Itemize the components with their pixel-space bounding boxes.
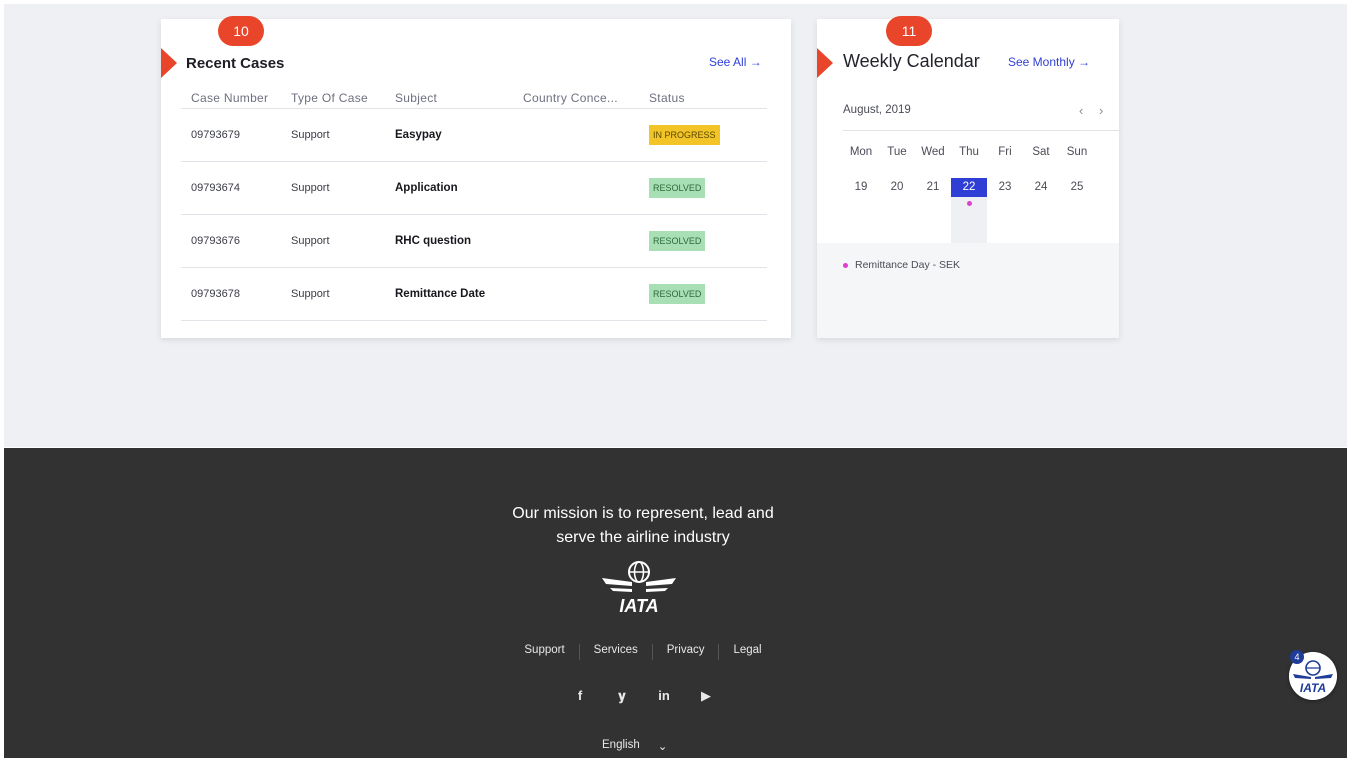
- case-subject[interactable]: Easypay: [395, 129, 523, 141]
- status-badge: RESOLVED: [649, 284, 706, 304]
- language-selector[interactable]: English ⌄: [602, 739, 667, 753]
- footer-link-legal[interactable]: Legal: [719, 644, 775, 660]
- table-row[interactable]: 09793674 Support Application RESOLVED: [181, 162, 767, 215]
- recent-cases-card: 10 Recent Cases See All → Case Number Ty…: [161, 16, 791, 338]
- calendar-day[interactable]: 21: [915, 178, 951, 197]
- column-header-status[interactable]: Status: [649, 91, 767, 108]
- youtube-icon[interactable]: ▶: [697, 688, 715, 704]
- facebook-icon[interactable]: f: [571, 688, 589, 704]
- calendar-day[interactable]: 20: [879, 178, 915, 197]
- case-number: 09793674: [191, 182, 240, 194]
- mission-line-2: serve the airline industry: [556, 529, 730, 546]
- weekday-row: Mon Tue Wed Thu Fri Sat Sun: [843, 146, 1095, 158]
- see-monthly-link[interactable]: See Monthly →: [1008, 55, 1090, 69]
- step-marker: 10: [218, 16, 264, 46]
- footer-link-support[interactable]: Support: [510, 644, 578, 660]
- cases-table: Case Number Type Of Case Subject Country…: [181, 91, 767, 321]
- events-list: Remittance Day - SEK: [817, 243, 1119, 338]
- weekday-label: Fri: [998, 146, 1012, 158]
- case-subject[interactable]: Application: [395, 182, 523, 194]
- case-status-cell: RESOLVED: [649, 284, 767, 304]
- weekday-label: Mon: [849, 146, 873, 158]
- footer-links: Support Services Privacy Legal: [4, 644, 1282, 660]
- column-header-case-number[interactable]: Case Number: [181, 91, 291, 108]
- case-subject[interactable]: Remittance Date: [395, 288, 523, 300]
- iata-logo-text: IATA: [619, 596, 658, 616]
- case-status-cell: IN PROGRESS: [649, 125, 767, 145]
- case-type: Support: [291, 182, 330, 194]
- calendar-month-label: August, 2019: [843, 104, 911, 116]
- case-type: Support: [291, 129, 330, 141]
- weekday-label: Sun: [1066, 146, 1088, 158]
- case-number: 09793679: [191, 129, 240, 141]
- table-row[interactable]: 09793679 Support Easypay IN PROGRESS: [181, 109, 767, 162]
- case-type: Support: [291, 288, 330, 300]
- case-status-cell: RESOLVED: [649, 178, 767, 198]
- linkedin-icon[interactable]: in: [655, 688, 673, 704]
- table-header: Case Number Type Of Case Subject Country…: [181, 91, 767, 109]
- case-subject[interactable]: RHC question: [395, 235, 523, 247]
- table-row[interactable]: 09793676 Support RHC question RESOLVED: [181, 215, 767, 268]
- chat-logo-text: IATA: [1300, 681, 1326, 695]
- weekday-label: Wed: [921, 146, 945, 158]
- table-row[interactable]: 09793678 Support Remittance Date RESOLVE…: [181, 268, 767, 321]
- calendar-day[interactable]: 24: [1023, 178, 1059, 197]
- weekday-label: Thu: [959, 146, 979, 158]
- day-row: 19 20 21 22 23 24 25: [843, 178, 1095, 197]
- column-header-subject[interactable]: Subject: [395, 91, 523, 108]
- notification-badge: 4: [1290, 650, 1304, 664]
- event-indicator-dot: [967, 201, 972, 206]
- event-item[interactable]: Remittance Day - SEK: [843, 259, 960, 271]
- calendar-day[interactable]: 19: [843, 178, 879, 197]
- status-badge: RESOLVED: [649, 178, 706, 198]
- twitter-icon[interactable]: 𝐲: [613, 688, 631, 704]
- column-header-country[interactable]: Country Conce...: [523, 91, 649, 108]
- status-badge: RESOLVED: [649, 231, 706, 251]
- section-flag-icon: [817, 48, 833, 78]
- social-links: f 𝐲 in ▶: [4, 688, 1282, 704]
- weekly-calendar-card: 11 Weekly Calendar See Monthly → August,…: [817, 16, 1121, 338]
- calendar-divider: [843, 130, 1121, 131]
- column-header-type[interactable]: Type Of Case: [291, 91, 395, 108]
- weekly-calendar-title: Weekly Calendar: [843, 51, 980, 71]
- case-type: Support: [291, 235, 330, 247]
- weekday-label: Tue: [887, 146, 907, 158]
- event-dot-icon: [843, 262, 848, 268]
- calendar-day[interactable]: 25: [1059, 178, 1095, 197]
- footer-link-privacy[interactable]: Privacy: [653, 644, 719, 660]
- chevron-left-icon[interactable]: ‹: [1079, 103, 1083, 118]
- mission-statement: Our mission is to represent, lead and se…: [4, 502, 1282, 550]
- case-status-cell: RESOLVED: [649, 231, 767, 251]
- mission-line-1: Our mission is to represent, lead and: [512, 505, 774, 522]
- footer: Our mission is to represent, lead and se…: [4, 448, 1347, 758]
- language-label: English: [602, 739, 640, 751]
- chevron-down-icon: ⌄: [657, 741, 668, 753]
- weekday-label: Sat: [1032, 146, 1050, 158]
- calendar-day[interactable]: 23: [987, 178, 1023, 197]
- footer-link-services[interactable]: Services: [580, 644, 652, 660]
- chevron-right-icon[interactable]: ›: [1099, 103, 1103, 118]
- case-number: 09793678: [191, 288, 240, 300]
- case-number: 09793676: [191, 235, 240, 247]
- see-all-link[interactable]: See All →: [709, 55, 762, 69]
- recent-cases-title: Recent Cases: [186, 55, 285, 72]
- calendar-day-selected[interactable]: 22: [951, 178, 987, 197]
- step-marker: 11: [886, 16, 932, 46]
- event-label: Remittance Day - SEK: [855, 259, 961, 271]
- iata-logo: IATA: [602, 561, 676, 616]
- section-flag-icon: [161, 48, 177, 78]
- status-badge: IN PROGRESS: [649, 125, 720, 145]
